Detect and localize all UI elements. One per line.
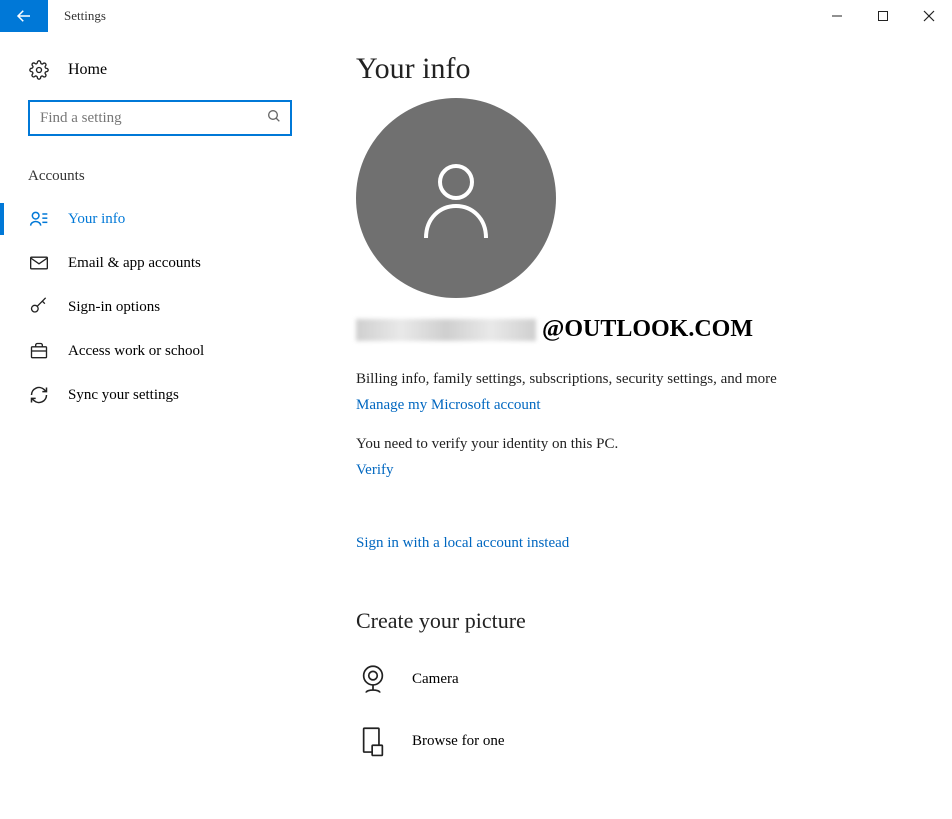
back-button[interactable] xyxy=(0,0,48,32)
nav-item-sync-settings[interactable]: Sync your settings xyxy=(0,373,320,417)
picture-option-camera[interactable]: Camera xyxy=(356,648,912,710)
home-nav-item[interactable]: Home xyxy=(0,60,320,100)
nav-label: Email & app accounts xyxy=(68,255,201,272)
nav-label: Sync your settings xyxy=(68,387,179,404)
page-title: Your info xyxy=(356,52,912,86)
nav-item-your-info[interactable]: Your info xyxy=(0,197,320,241)
avatar xyxy=(356,98,556,298)
person-card-icon xyxy=(28,209,50,229)
verify-link[interactable]: Verify xyxy=(356,462,394,479)
key-icon xyxy=(28,297,50,317)
sidebar: Home Accounts Your info xyxy=(0,32,320,772)
mail-icon xyxy=(28,253,50,273)
create-picture-title: Create your picture xyxy=(356,608,912,634)
billing-description: Billing info, family settings, subscript… xyxy=(356,369,796,390)
nav-label: Access work or school xyxy=(68,343,204,360)
camera-icon xyxy=(356,662,412,696)
search-icon xyxy=(266,108,282,129)
picture-option-browse[interactable]: Browse for one xyxy=(356,710,912,772)
verify-description: You need to verify your identity on this… xyxy=(356,434,796,455)
briefcase-icon xyxy=(28,341,50,361)
maximize-button[interactable] xyxy=(860,0,906,32)
nav-item-signin-options[interactable]: Sign-in options xyxy=(0,285,320,329)
manage-account-link[interactable]: Manage my Microsoft account xyxy=(356,397,541,414)
redacted-email-user xyxy=(356,319,536,341)
browse-icon xyxy=(356,724,412,758)
gear-icon xyxy=(28,60,50,80)
account-email: @OUTLOOK.COM xyxy=(356,316,912,343)
search-input[interactable] xyxy=(38,109,266,128)
close-button[interactable] xyxy=(906,0,952,32)
picture-option-label: Browse for one xyxy=(412,733,504,750)
email-domain: @OUTLOOK.COM xyxy=(542,316,753,343)
titlebar: Settings xyxy=(0,0,952,32)
person-icon xyxy=(406,148,506,248)
local-signin-link[interactable]: Sign in with a local account instead xyxy=(356,535,569,552)
category-label: Accounts xyxy=(0,160,320,197)
nav-item-email-accounts[interactable]: Email & app accounts xyxy=(0,241,320,285)
sync-icon xyxy=(28,385,50,405)
window-controls xyxy=(814,0,952,32)
nav-label: Your info xyxy=(68,211,125,228)
nav-item-access-work-school[interactable]: Access work or school xyxy=(0,329,320,373)
settings-window: Settings Home xyxy=(0,0,952,772)
nav-label: Sign-in options xyxy=(68,299,160,316)
window-title: Settings xyxy=(48,0,122,32)
picture-option-label: Camera xyxy=(412,671,459,688)
main-content: Your info @OUTLOOK.COM Billing info, fam… xyxy=(320,32,952,772)
minimize-button[interactable] xyxy=(814,0,860,32)
home-label: Home xyxy=(68,61,107,79)
search-box[interactable] xyxy=(28,100,292,136)
